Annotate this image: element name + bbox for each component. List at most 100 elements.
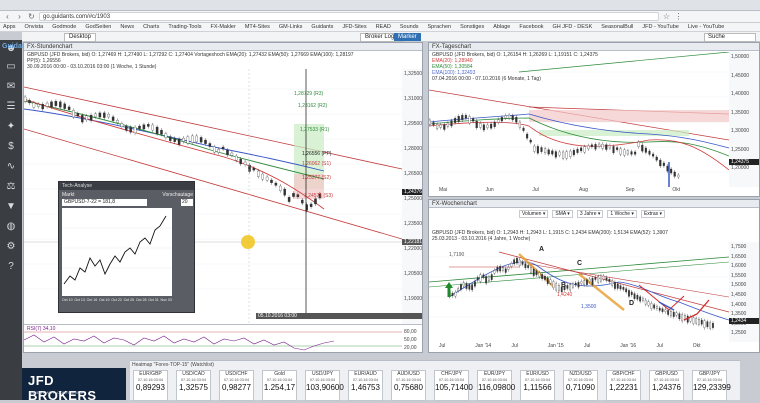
toolbar-dropdown[interactable]: Volumen ▾ <box>519 210 549 218</box>
broker-banner[interactable]: JFD BROKERS INVEST WITH CONFIDENCE <box>22 368 126 403</box>
help-icon[interactable]: ? <box>3 260 19 274</box>
candle <box>160 129 163 135</box>
toolbar-dropdown[interactable]: 1 Woche ▾ <box>607 210 637 218</box>
url-field[interactable]: go.guidants.com/#c/1903 <box>39 12 659 21</box>
fib-label: 1,28162 (R2) <box>298 103 328 109</box>
daily-price-chart[interactable] <box>429 52 729 187</box>
watchlist-tile[interactable]: CHF/JPY 07.10.16 03:04 105,71400 <box>434 370 473 401</box>
bookmark-item[interactable]: Ablage <box>493 24 510 30</box>
pattern-preview-window[interactable]: Tech-Analyse Markt Vorschautage GBPUSD-7… <box>58 181 195 313</box>
watchlist-tile[interactable]: NZD/USD 07.10.16 03:04 0,71090 <box>563 370 598 401</box>
watchlist-tile[interactable]: GBP/JPY 07.10.16 03:04 129,23399 <box>692 370 731 401</box>
bookmark-item[interactable]: Charts <box>143 24 159 30</box>
watchlist-tile[interactable]: GBP/USD 07.10.16 03:04 1,24376 <box>649 370 684 401</box>
bookmark-item[interactable]: Godmode <box>52 24 76 30</box>
desktop-tab[interactable]: Desktop <box>64 33 97 42</box>
price-tick: 1,29500 <box>404 121 423 127</box>
fib-label: 1,28729 (R3) <box>294 91 324 97</box>
bookmark-item[interactable]: GodSeiten <box>85 24 111 30</box>
time-tick: Jul <box>511 343 518 349</box>
preview-days-field[interactable]: 20 <box>181 199 193 206</box>
time-tick: Sep <box>625 187 635 193</box>
filter-icon[interactable]: ▼ <box>3 200 19 214</box>
forward-icon[interactable]: › <box>15 12 24 21</box>
weekly-price-chart[interactable] <box>429 242 729 342</box>
bookmark-item[interactable]: Guidants <box>311 24 333 30</box>
dollar-icon[interactable]: $ <box>3 140 19 154</box>
watchlist-icon[interactable]: ☰ <box>3 100 19 114</box>
candle <box>628 290 630 297</box>
candle <box>502 267 504 271</box>
menu-icon[interactable]: ⋮ <box>674 12 683 21</box>
watchlist-tile[interactable]: AUD/USD 07.10.16 03:04 0,75680 <box>391 370 426 401</box>
globe-icon[interactable]: ◍ <box>3 220 19 234</box>
tile-price: 1,46753 <box>351 383 380 392</box>
watchlist-tile[interactable]: USD/CHF 07.10.16 03:04 0,98277 <box>219 370 254 401</box>
preview-symbol-field[interactable]: GBPUSD-7-22 = 181,8 <box>62 199 147 206</box>
candle <box>28 100 31 104</box>
chart-icon[interactable]: ∿ <box>3 160 19 174</box>
toolbar-dropdown[interactable]: Extras ▾ <box>640 210 666 218</box>
watchlist-tile[interactable]: GBP/CHF 07.10.16 03:04 1,22231 <box>606 370 641 401</box>
toolbar-dropdown[interactable]: 3 Jahre ▾ <box>576 210 604 218</box>
marker-button[interactable]: Marker <box>394 33 421 41</box>
chat-icon[interactable]: ✉ <box>3 80 19 94</box>
price-tick: 1,4500 <box>731 292 747 298</box>
watchlist-tile[interactable]: EUR/GBP 07.10.16 03:04 0,89293 <box>133 370 168 401</box>
watchlist-tile[interactable]: EUR/USD 07.10.16 03:04 1,11566 <box>520 370 555 401</box>
analysis-icon[interactable]: ⚖ <box>3 180 19 194</box>
candle <box>239 158 242 165</box>
candle <box>652 153 655 157</box>
tile-symbol: EUR/JPY <box>483 371 506 377</box>
bookmark-item[interactable]: GM-Links <box>279 24 303 30</box>
chart-legend: GBPUSD (JFD Brokers, bid) O: 1,27469 H: … <box>27 52 354 58</box>
bookmark-item[interactable]: Sonstiges <box>460 24 484 30</box>
bookmark-item[interactable]: Apps <box>3 24 16 30</box>
bell-icon[interactable]: ✦ <box>3 120 19 134</box>
bookmark-item[interactable]: Onvista <box>25 24 44 30</box>
tile-price: 0,75680 <box>394 383 423 392</box>
bookmark-item[interactable]: Sprachen <box>428 24 452 30</box>
bookmark-item[interactable]: MT4-Sites <box>245 24 270 30</box>
reload-icon[interactable]: ↻ <box>27 12 36 21</box>
bookmark-item[interactable]: News <box>120 24 134 30</box>
settings-icon[interactable]: ⚙ <box>3 240 19 254</box>
rsi-chart[interactable] <box>24 326 402 352</box>
candle <box>681 314 684 322</box>
watchlist-tile[interactable]: USD/CAD 07.10.16 03:04 1,32575 <box>176 370 211 401</box>
bookmark-item[interactable]: FX-Makler <box>210 24 235 30</box>
candle <box>619 285 622 290</box>
price-tick: 1,20500 <box>404 271 423 277</box>
candle <box>230 152 234 156</box>
fib-label: 1,26062 (S1) <box>302 161 331 167</box>
bookmark-item[interactable]: Facebook <box>519 24 543 30</box>
bookmark-item[interactable]: GH JFD - DESK <box>553 24 593 30</box>
candle <box>221 146 225 150</box>
back-icon[interactable]: ‹ <box>3 12 12 21</box>
logo[interactable]: Guidants <box>2 43 32 55</box>
bookmark-item[interactable]: JFD - YouTube <box>642 24 678 30</box>
candle <box>513 259 516 265</box>
star-icon[interactable]: ☆ <box>662 12 671 21</box>
search-input[interactable]: Suche <box>704 33 756 42</box>
watchlist-tile[interactable]: Gold 07.10.16 03:04 1.254,17 <box>262 370 297 401</box>
bookmark-item[interactable]: Trading-Tools <box>168 24 201 30</box>
tile-price: 103,90600 <box>306 383 344 392</box>
preview-x-tick: Oct 10 <box>62 298 73 302</box>
candle <box>283 188 286 196</box>
tile-price: 116,09800 <box>478 383 516 392</box>
crosshair-date-tag: 05.10.2016 03:00 <box>256 313 422 319</box>
watchlist-tile[interactable]: EUR/AUD 07.10.16 03:04 1,46753 <box>348 370 383 401</box>
bookmark-item[interactable]: Sounds <box>400 24 419 30</box>
bookmark-item[interactable]: Live - YouTube <box>688 24 725 30</box>
desktop-icon[interactable]: ▭ <box>3 60 19 74</box>
watchlist-tile[interactable]: USD/JPY 07.10.16 03:04 103,90600 <box>305 370 344 401</box>
bookmark-item[interactable]: JFD-Sites <box>342 24 366 30</box>
toolbar-dropdown[interactable]: SMA ▾ <box>552 210 573 218</box>
watchlist-tile[interactable]: EUR/JPY 07.10.16 03:04 116,09800 <box>477 370 516 401</box>
candle <box>692 317 695 324</box>
bookmark-item[interactable]: READ <box>376 24 391 30</box>
bookmark-item[interactable]: SeasonalBull <box>601 24 633 30</box>
candle <box>461 114 464 121</box>
candle <box>488 276 490 282</box>
